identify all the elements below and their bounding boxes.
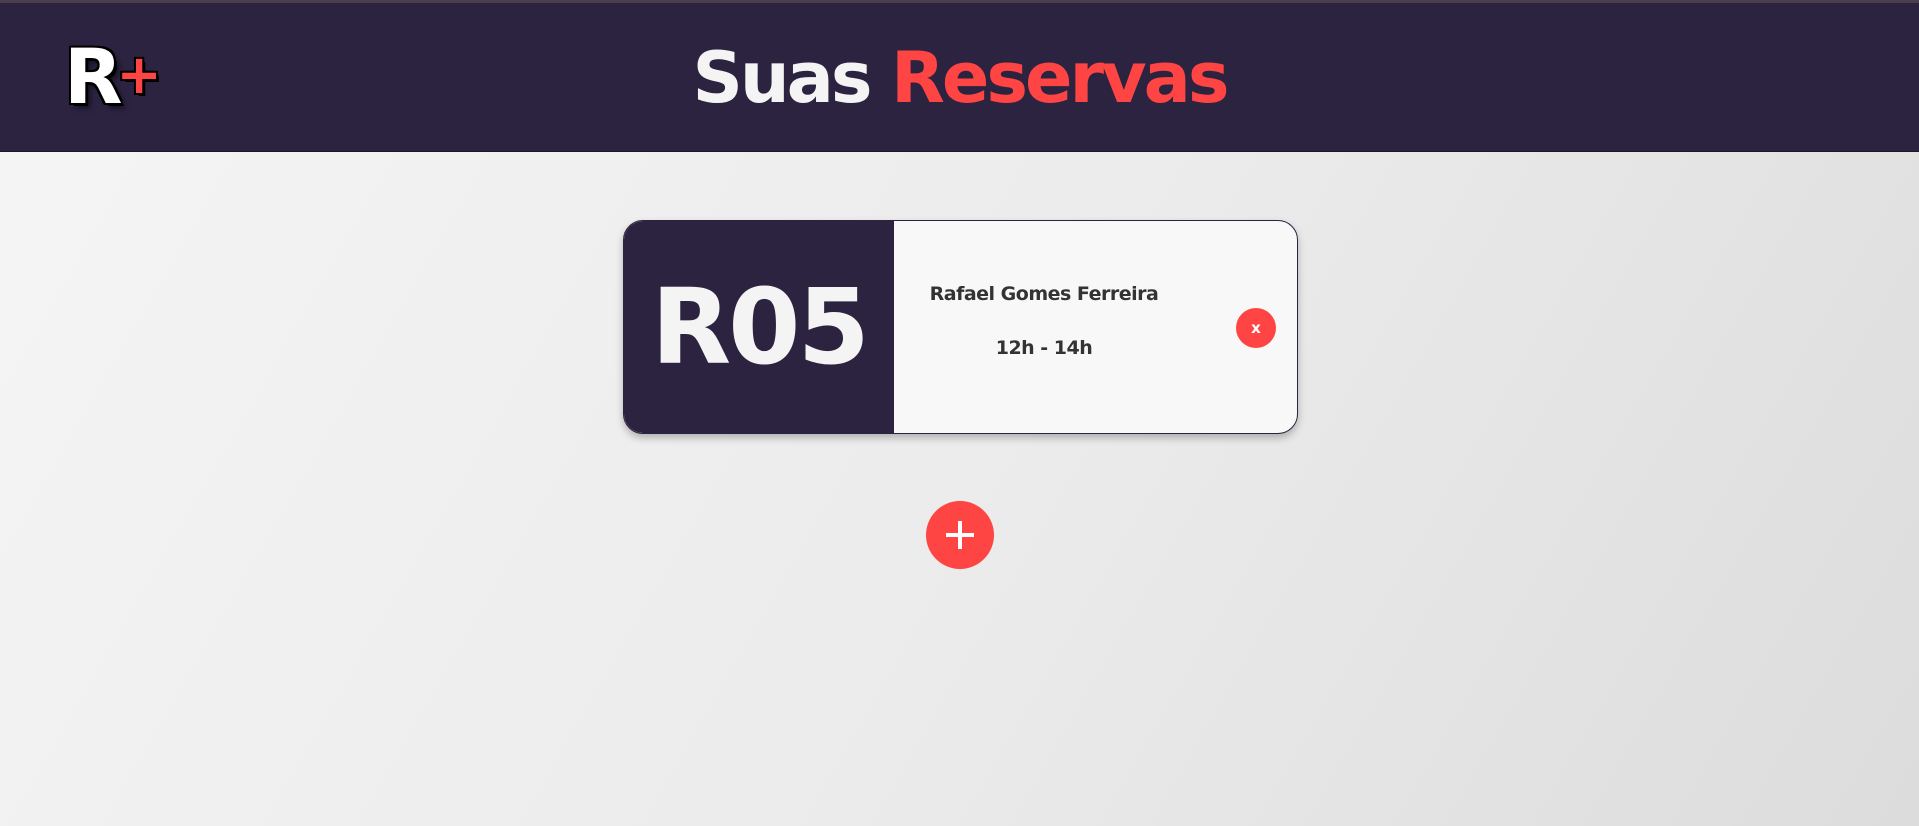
reservation-time: 12h - 14h bbox=[995, 337, 1093, 359]
app-header: R + Suas Reservas bbox=[0, 3, 1919, 152]
page-title-part2: Reservas bbox=[890, 37, 1230, 119]
delete-reservation-button[interactable]: x bbox=[1236, 308, 1276, 348]
room-code: R05 bbox=[624, 221, 894, 433]
plus-icon bbox=[946, 521, 974, 549]
reservation-card: R05 Rafael Gomes Ferreira 12h - 14h x bbox=[623, 220, 1298, 434]
page-title: Suas Reservas bbox=[0, 33, 1919, 123]
reservation-name: Rafael Gomes Ferreira bbox=[929, 283, 1159, 305]
add-reservation-button[interactable] bbox=[926, 501, 994, 569]
page-title-part1: Suas bbox=[692, 37, 872, 119]
